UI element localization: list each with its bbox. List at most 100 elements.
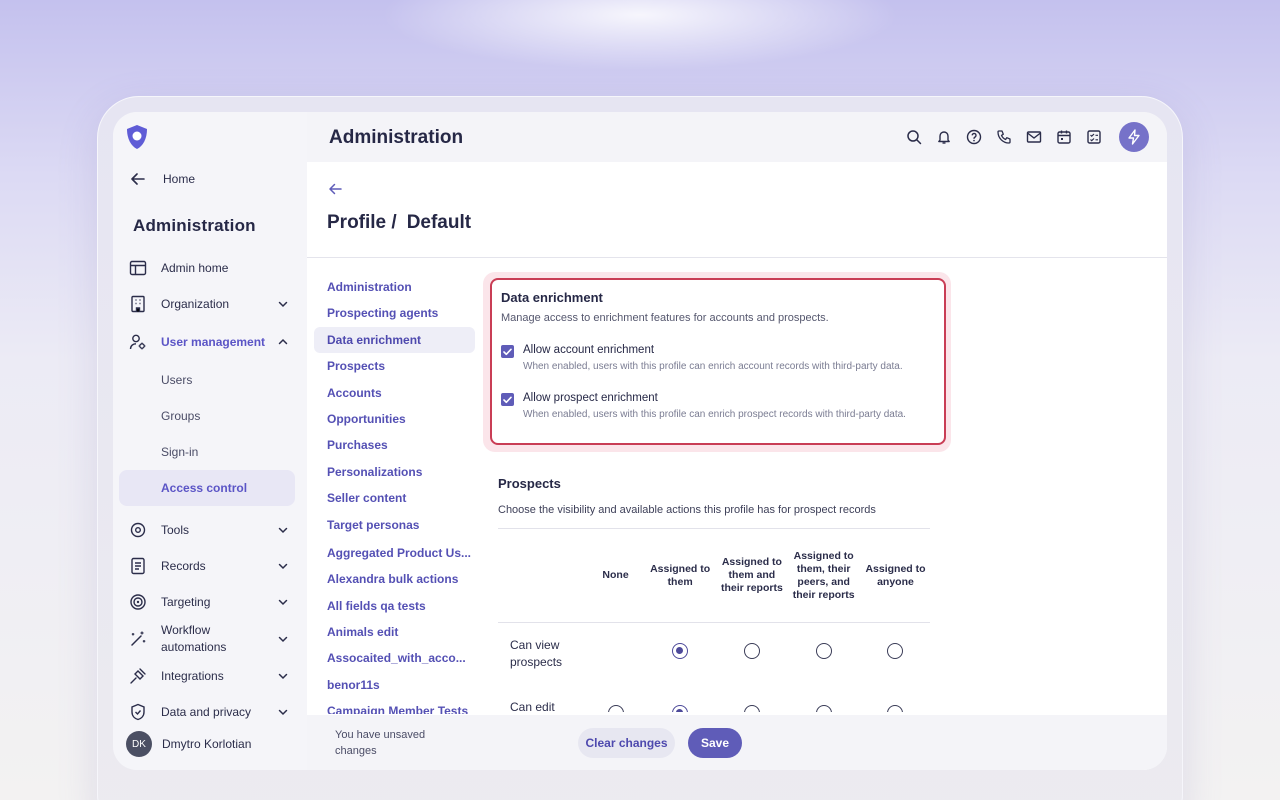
section-link[interactable]: Purchases bbox=[314, 432, 475, 458]
section-link[interactable]: All fields qa tests bbox=[314, 593, 475, 619]
radio-cell bbox=[861, 685, 930, 712]
chevron-down-icon bbox=[278, 709, 288, 716]
radio-button[interactable] bbox=[815, 643, 832, 660]
section-link[interactable]: Campaign Member Tests bbox=[314, 698, 475, 714]
prospect-enrichment-label: Allow prospect enrichment bbox=[523, 392, 658, 404]
radio-cell-none bbox=[588, 623, 643, 685]
section-link[interactable]: Opportunities bbox=[314, 406, 475, 432]
tools-icon bbox=[130, 522, 146, 538]
radio-cell bbox=[861, 623, 930, 685]
column-header: Assigned to them and their reports bbox=[717, 528, 787, 623]
account-enrichment-label: Allow account enrichment bbox=[523, 344, 655, 356]
data-enrichment-card: Data enrichment Manage access to enrichm… bbox=[490, 278, 946, 445]
section-link[interactable]: Assocaited_with_acco... bbox=[314, 645, 475, 671]
document-icon bbox=[131, 557, 145, 575]
sidebar-item-admin-home[interactable]: Admin home bbox=[119, 250, 295, 286]
column-header: Assigned to anyone bbox=[860, 528, 930, 623]
sidebar-item-records[interactable]: Records bbox=[119, 548, 295, 584]
chevron-down-icon bbox=[278, 527, 288, 534]
section-link[interactable]: Seller content bbox=[314, 485, 475, 511]
search-icon[interactable] bbox=[905, 128, 923, 146]
section-link[interactable]: Prospects bbox=[314, 353, 475, 379]
tasks-icon[interactable] bbox=[1085, 128, 1103, 146]
section-link[interactable]: Aggregated Product Us... bbox=[314, 540, 475, 566]
section-link[interactable]: Animals edit bbox=[314, 619, 475, 645]
lightning-bolt-icon[interactable] bbox=[1119, 122, 1149, 152]
prospect-enrichment-checkbox[interactable] bbox=[501, 393, 514, 406]
calendar-icon[interactable] bbox=[1055, 128, 1073, 146]
current-user[interactable]: DK Dmytro Korlotian bbox=[126, 731, 251, 757]
back-arrow-icon[interactable] bbox=[327, 182, 343, 196]
chevron-down-icon bbox=[278, 563, 288, 570]
section-link[interactable]: Personalizations bbox=[314, 459, 475, 485]
app-window: Home Administration Admin home Organizat… bbox=[113, 112, 1167, 770]
checkmark-icon bbox=[503, 396, 512, 403]
sidebar-item-workflow-automations[interactable]: Workflow automations bbox=[119, 620, 295, 658]
radio-button[interactable] bbox=[887, 705, 904, 712]
sidebar-item-user-management[interactable]: User management bbox=[119, 322, 295, 362]
sidebar-subitem-access-control[interactable]: Access control bbox=[119, 470, 295, 506]
section-link[interactable]: Administration bbox=[314, 274, 475, 300]
checkmark-icon bbox=[503, 348, 512, 355]
help-icon[interactable] bbox=[965, 128, 983, 146]
prospect-enrichment-option: Allow prospect enrichment When enabled, … bbox=[501, 392, 935, 420]
sidebar-subitem-groups[interactable]: Groups bbox=[119, 398, 295, 434]
unsaved-changes-bar: You have unsaved changes Clear changes S… bbox=[307, 715, 1167, 770]
page-header-title: Administration bbox=[329, 127, 464, 148]
phone-icon[interactable] bbox=[995, 128, 1013, 146]
section-link[interactable]: Prospecting agents bbox=[314, 300, 475, 326]
sidebar-item-tools[interactable]: Tools bbox=[119, 512, 295, 548]
table-header-blank bbox=[498, 528, 589, 623]
top-toolbar bbox=[905, 122, 1149, 152]
section-link[interactable]: Alexandra bulk actions bbox=[314, 566, 475, 592]
sidebar-item-integrations[interactable]: Integrations bbox=[119, 658, 295, 694]
table-header-row: None Assigned to them Assigned to them a… bbox=[498, 528, 930, 623]
radio-button[interactable] bbox=[607, 705, 624, 712]
sidebar-subitem-sign-in[interactable]: Sign-in bbox=[119, 434, 295, 470]
column-header: Assigned to them bbox=[642, 528, 718, 623]
bell-icon[interactable] bbox=[935, 128, 953, 146]
profile-content: Data enrichment Manage access to enrichm… bbox=[483, 272, 953, 712]
sidebar-item-label: Organization bbox=[161, 296, 230, 311]
section-link[interactable]: Target personas bbox=[314, 512, 475, 538]
row-label: Can view prospects bbox=[510, 637, 563, 669]
home-link[interactable]: Home bbox=[131, 172, 195, 186]
radio-button[interactable] bbox=[815, 705, 832, 712]
sidebar-item-label: Integrations bbox=[161, 668, 224, 683]
building-icon bbox=[131, 295, 145, 313]
chevron-down-icon bbox=[278, 301, 288, 308]
table-row: Can view prospects bbox=[498, 623, 930, 685]
plug-icon bbox=[130, 668, 146, 684]
chevron-down-icon bbox=[278, 673, 288, 680]
shield-icon bbox=[131, 703, 145, 721]
sidebar-item-data-and-privacy[interactable]: Data and privacy bbox=[119, 694, 295, 730]
sidebar: Home Administration Admin home Organizat… bbox=[113, 112, 307, 770]
profile-name: Default bbox=[406, 212, 472, 233]
breadcrumb-profile[interactable]: Profile / bbox=[327, 212, 397, 234]
save-button[interactable]: Save bbox=[688, 728, 742, 758]
top-bar: Administration bbox=[307, 112, 1167, 162]
sidebar-item-label: Admin home bbox=[161, 260, 229, 275]
sidebar-item-targeting[interactable]: Targeting bbox=[119, 584, 295, 620]
avatar: DK bbox=[126, 731, 152, 757]
radio-button[interactable] bbox=[887, 643, 904, 660]
clear-changes-button[interactable]: Clear changes bbox=[578, 728, 675, 758]
sidebar-item-organization[interactable]: Organization bbox=[119, 286, 295, 322]
radio-button-selected[interactable] bbox=[672, 643, 689, 660]
mail-icon[interactable] bbox=[1025, 128, 1043, 146]
sidebar-item-label: Records bbox=[161, 558, 206, 573]
radio-cell bbox=[643, 685, 718, 712]
row-label: Can edit prospects bbox=[510, 699, 555, 713]
account-enrichment-help: When enabled, users with this profile ca… bbox=[523, 361, 903, 372]
sidebar-item-label: Tools bbox=[161, 522, 190, 537]
section-link-active[interactable]: Data enrichment bbox=[314, 326, 475, 354]
radio-button[interactable] bbox=[743, 643, 760, 660]
sidebar-subitem-users[interactable]: Users bbox=[119, 362, 295, 398]
account-enrichment-option: Allow account enrichment When enabled, u… bbox=[501, 344, 935, 372]
radio-button-selected[interactable] bbox=[672, 705, 689, 712]
section-link[interactable]: Accounts bbox=[314, 380, 475, 406]
radio-button[interactable] bbox=[743, 705, 760, 712]
section-link[interactable]: benor11s bbox=[314, 672, 475, 698]
account-enrichment-checkbox[interactable] bbox=[501, 345, 514, 358]
chevron-down-icon bbox=[278, 636, 288, 643]
